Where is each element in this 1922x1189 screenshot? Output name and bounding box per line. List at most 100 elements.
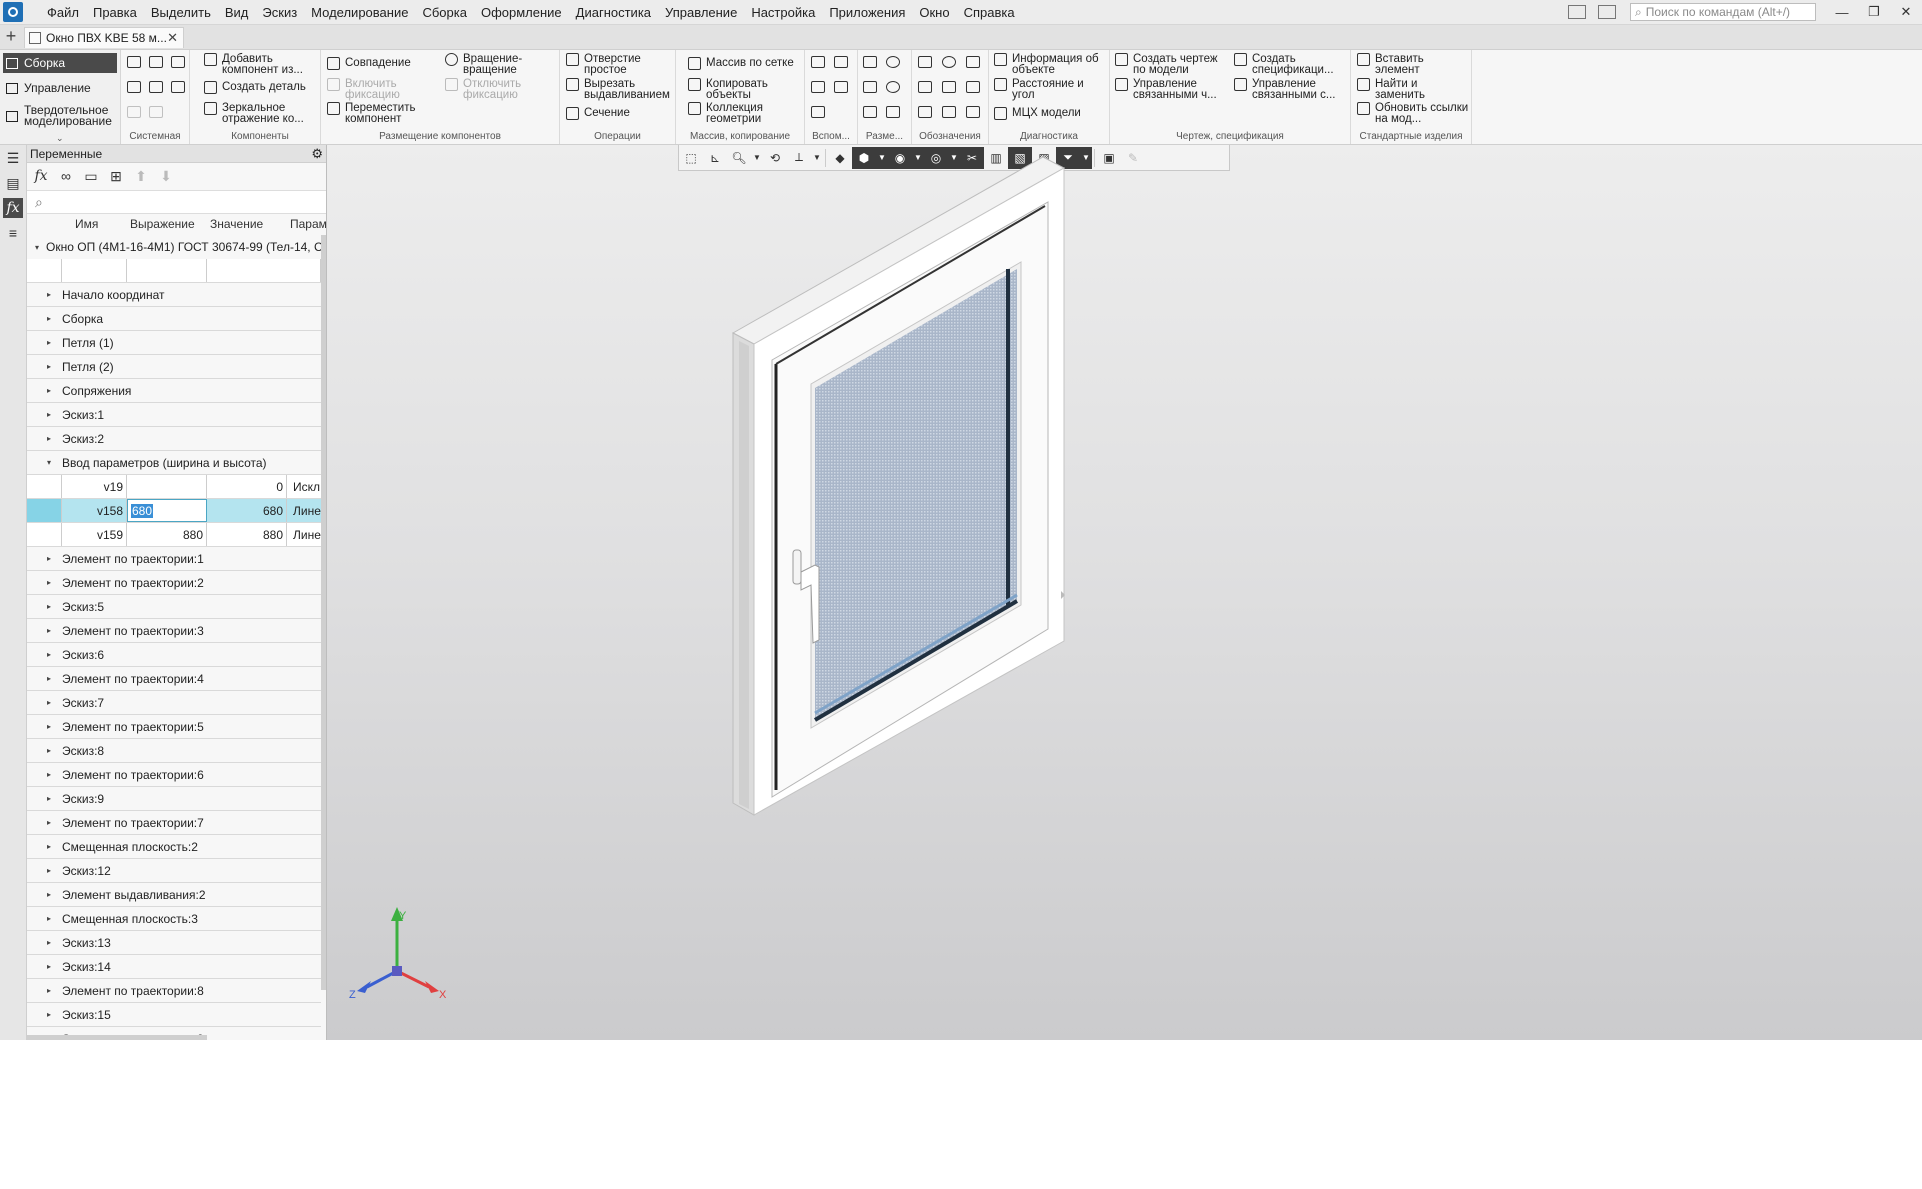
function-icon[interactable]: fx — [30, 166, 52, 186]
variable-expression[interactable]: 680 — [127, 499, 207, 522]
tree-item[interactable]: ▸ Начало координат — [27, 283, 321, 307]
tree-item[interactable]: ▸ Сопряжения — [27, 379, 321, 403]
column-param[interactable]: Парам — [290, 217, 326, 231]
panel-scrollbar-horizontal[interactable] — [27, 1035, 207, 1040]
grid-array-button[interactable]: Массив по сетке — [688, 57, 794, 71]
expand-arrow-icon[interactable]: ▸ — [47, 554, 55, 563]
create-drawing-button[interactable]: Создать чертеж по модели — [1115, 53, 1229, 76]
find-replace-button[interactable]: Найти и заменить — [1357, 78, 1445, 101]
tree-item[interactable]: ▸ Петля (2) — [27, 355, 321, 379]
tree-item[interactable]: ▾ Ввод параметров (ширина и высота) — [27, 451, 321, 475]
expand-arrow-icon[interactable]: ▸ — [47, 770, 55, 779]
close-window-button[interactable]: ✕ — [1890, 0, 1922, 24]
undo-icon[interactable] — [127, 106, 141, 118]
arrow-down-icon[interactable]: ⬇ — [155, 166, 177, 186]
preview-icon[interactable] — [149, 81, 163, 93]
table-cell[interactable] — [27, 259, 62, 282]
arrow-up-icon[interactable]: ⬆ — [130, 166, 152, 186]
variable-row[interactable]: v158 680 680 Лине — [27, 499, 321, 523]
leader-icon[interactable] — [918, 56, 932, 68]
table-cell[interactable] — [207, 259, 321, 282]
expand-arrow-icon[interactable]: ▸ — [47, 722, 55, 731]
new-variable-row[interactable] — [27, 259, 321, 283]
copy-objects-button[interactable]: Копировать объекты — [688, 78, 784, 101]
cut-extrude-button[interactable]: Вырезать выдавливанием — [566, 78, 680, 101]
screenshot-icon[interactable] — [1598, 5, 1616, 19]
aux-cs-icon[interactable] — [834, 81, 848, 93]
tree-item[interactable]: ▸ Элемент по траектории:5 — [27, 715, 321, 739]
expand-arrow-icon[interactable]: ▸ — [47, 338, 55, 347]
expand-arrow-icon[interactable]: ▸ — [47, 866, 55, 875]
menu-file[interactable]: Файл — [40, 5, 86, 20]
mode-solid-modeling[interactable]: Твердотельное моделирование — [3, 103, 117, 129]
coincidence-button[interactable]: Совпадение — [327, 57, 411, 71]
tree-item[interactable]: ▸ Эскиз:14 — [27, 955, 321, 979]
aux-plane-icon[interactable] — [811, 56, 825, 68]
expand-arrow-icon[interactable]: ▸ — [47, 1010, 55, 1019]
disable-fixation-button[interactable]: Отключить фиксацию — [445, 78, 549, 101]
expand-arrow-icon[interactable]: ▸ — [47, 290, 55, 299]
expand-arrow-icon[interactable]: ▸ — [47, 434, 55, 443]
section-button[interactable]: Сечение — [566, 107, 630, 121]
expand-arrow-icon[interactable]: ▸ — [47, 410, 55, 419]
create-specification-button[interactable]: Создать спецификаци... — [1234, 53, 1348, 76]
menu-settings[interactable]: Настройка — [744, 5, 822, 20]
tree-item[interactable]: ▸ Элемент по траектории:4 — [27, 667, 321, 691]
center-mark-icon[interactable] — [942, 56, 956, 68]
tree-item[interactable]: ▸ Элемент выдавливания:2 — [27, 883, 321, 907]
menu-modeling[interactable]: Моделирование — [304, 5, 415, 20]
update-links-button[interactable]: Обновить ссылки на мод... — [1357, 102, 1471, 125]
expand-arrow-icon[interactable]: ▸ — [47, 818, 55, 827]
diameter-dimension-icon[interactable] — [886, 56, 900, 68]
menu-management[interactable]: Управление — [658, 5, 744, 20]
expand-arrow-icon[interactable]: ▸ — [47, 674, 55, 683]
link-icon[interactable]: ∞ — [55, 166, 77, 186]
expand-arrow-icon[interactable]: ▸ — [47, 698, 55, 707]
base-icon[interactable] — [918, 81, 932, 93]
command-search-input[interactable]: ⌕ Поиск по командам (Alt+/) — [1630, 3, 1816, 21]
menu-assembly[interactable]: Сборка — [415, 5, 474, 20]
model-viewport[interactable]: ⬚ ⊾ 🔍︎ ▼ ⟲ ⟂ ▼ ◆ ⬢ ▼ ◉ ▼ ◎ ▼ ✂ ▥ ▧ ▨ ⏷ ▼… — [327, 145, 1922, 1040]
new-file-icon[interactable] — [127, 56, 141, 68]
layout-icon[interactable] — [1568, 5, 1586, 19]
close-tab-icon[interactable]: ✕ — [167, 30, 178, 46]
expand-arrow-icon[interactable]: ▸ — [47, 890, 55, 899]
tree-item[interactable]: ▸ Сборка — [27, 307, 321, 331]
table-cell[interactable] — [62, 259, 127, 282]
menu-select[interactable]: Выделить — [144, 5, 218, 20]
table-icon[interactable]: ▭ — [80, 166, 102, 186]
expand-arrow-icon[interactable]: ▸ — [47, 602, 55, 611]
tree-item[interactable]: ▸ Эскиз:8 — [27, 739, 321, 763]
variables-icon[interactable]: fx — [3, 198, 23, 218]
text-icon[interactable] — [966, 106, 980, 118]
manage-linked-specs-button[interactable]: Управление связанными с... — [1234, 78, 1348, 101]
expand-arrow-icon[interactable]: ▸ — [47, 914, 55, 923]
menu-sketch[interactable]: Эскиз — [255, 5, 304, 20]
expand-arrow-icon[interactable]: ▸ — [47, 314, 55, 323]
restore-button[interactable]: ❐ — [1858, 0, 1890, 24]
tree-item[interactable]: ▸ Элемент по траектории:7 — [27, 811, 321, 835]
variable-row[interactable]: v19 0 Искл — [27, 475, 321, 499]
column-expression[interactable]: Выражение — [130, 217, 195, 231]
dimension-style-icon[interactable] — [886, 106, 900, 118]
layers-icon[interactable]: ≡ — [3, 223, 23, 243]
tree-item[interactable]: ▸ Эскиз:15 — [27, 1003, 321, 1027]
expand-arrow-icon[interactable]: ▸ — [47, 578, 55, 587]
expand-arrow-icon[interactable]: ▾ — [35, 243, 39, 252]
column-value[interactable]: Значение — [210, 217, 263, 231]
simple-hole-button[interactable]: Отверстие простое — [566, 53, 664, 76]
enable-fixation-button[interactable]: Включить фиксацию — [327, 78, 415, 101]
angular-dimension-icon[interactable] — [863, 81, 877, 93]
variable-expression[interactable] — [127, 475, 207, 498]
expand-arrow-icon[interactable]: ▸ — [47, 386, 55, 395]
ribbon-collapse-icon[interactable]: ⌄ — [56, 133, 64, 144]
open-folder-icon[interactable] — [149, 56, 163, 68]
expand-arrow-icon[interactable]: ▸ — [47, 362, 55, 371]
tree-item[interactable]: ▸ Эскиз:12 — [27, 859, 321, 883]
save-all-icon[interactable] — [171, 81, 185, 93]
manage-linked-drawings-button[interactable]: Управление связанными ч... — [1115, 78, 1229, 101]
menu-edit[interactable]: Правка — [86, 5, 144, 20]
hierarchy-icon[interactable]: ⊞ — [105, 166, 127, 186]
tree-item[interactable]: ▸ Эскиз:9 — [27, 787, 321, 811]
tolerance-icon[interactable] — [942, 81, 956, 93]
